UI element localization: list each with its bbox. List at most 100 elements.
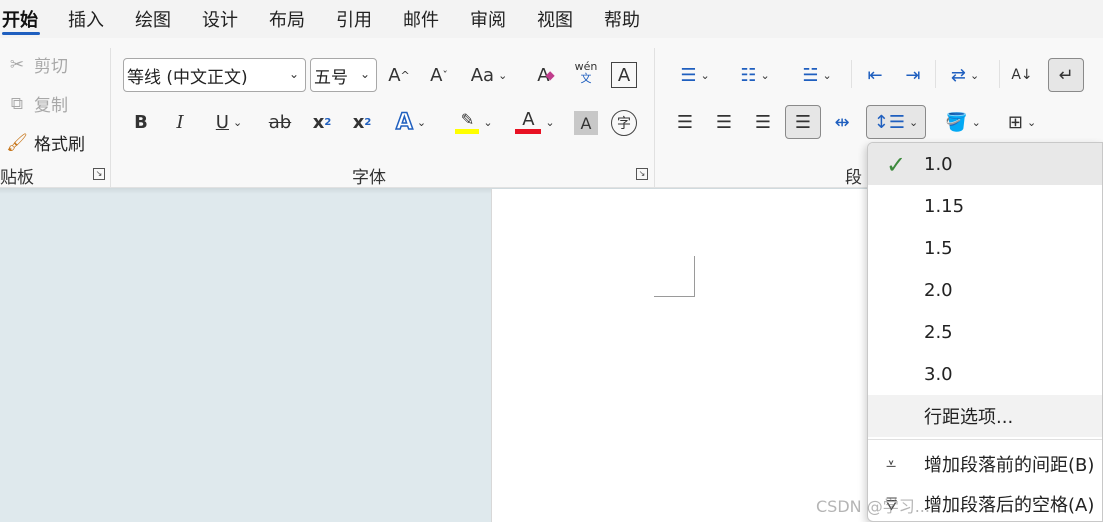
increase-indent-button[interactable]: ⇥ <box>898 59 928 91</box>
add-space-before-label: 增加段落前的间距(B) <box>924 455 1095 476</box>
font-color-button[interactable]: A ⌄ <box>510 106 560 138</box>
font-name-select[interactable]: 等线 (中文正文) ⌄ <box>123 58 306 92</box>
font-color-bar <box>515 128 542 134</box>
line-spacing-options-item[interactable]: 行距选项... <box>868 395 1102 437</box>
chevron-down-icon: ⌄ <box>700 68 710 82</box>
spacing-option-1-5[interactable]: 1.5 <box>868 227 1102 269</box>
copy-label: 复制 <box>34 96 68 116</box>
bold-button[interactable]: B <box>128 106 154 138</box>
text-effects-button[interactable]: A ⌄ <box>388 106 434 138</box>
tab-design[interactable]: 设计 <box>202 6 238 32</box>
borders-icon: ⊞ <box>1007 111 1023 133</box>
underline-button[interactable]: U ⌄ <box>206 106 252 138</box>
paragraph-mark-icon: ↵ <box>1058 64 1074 86</box>
clipboard-launcher-icon[interactable]: ↘ <box>93 168 105 180</box>
enclose-char-button[interactable]: 字 <box>611 110 637 136</box>
align-right-button[interactable]: ☰ <box>748 106 778 138</box>
shrink-font-button[interactable]: Aˇ <box>424 59 454 91</box>
spacing-option-label: 3.0 <box>924 363 953 385</box>
paragraph-group-label: 段 <box>845 168 862 188</box>
tab-review[interactable]: 审阅 <box>470 6 506 32</box>
align-left-button[interactable]: ☰ <box>670 106 700 138</box>
tab-view[interactable]: 视图 <box>537 6 573 32</box>
change-case-button[interactable]: Aa ⌄ <box>464 59 514 91</box>
char-border-button[interactable]: A <box>611 62 637 88</box>
spacing-option-2-5[interactable]: 2.5 <box>868 311 1102 353</box>
format-painter-button[interactable]: 🖌 格式刷 <box>6 130 85 156</box>
spacing-option-1-15[interactable]: 1.15 <box>868 185 1102 227</box>
line-spacing-button[interactable]: ↕☰ ⌄ <box>866 105 926 139</box>
distributed-button[interactable]: ⇹ <box>827 106 857 138</box>
checkmark-icon: ✓ <box>886 151 907 179</box>
tab-mailings[interactable]: 邮件 <box>403 6 439 32</box>
space-before-icon: ⩡ <box>886 453 897 475</box>
highlight-button[interactable]: ✎ ⌄ <box>450 106 498 138</box>
distributed-icon: ⇹ <box>834 111 850 133</box>
text-direction-icon: ⇄ <box>950 64 966 86</box>
tab-layout[interactable]: 布局 <box>269 6 305 32</box>
chevron-down-icon: ⌄ <box>232 115 243 129</box>
cut-label: 剪切 <box>34 57 68 77</box>
shrink-font-icon: A <box>430 64 443 86</box>
highlight-color-bar <box>455 129 480 134</box>
multilevel-list-button[interactable]: ☱ ⌄ <box>792 59 842 91</box>
show-marks-button[interactable]: ↵ <box>1048 58 1084 92</box>
superscript-button[interactable]: x2 <box>348 106 376 138</box>
strikethrough-button[interactable]: ab <box>266 106 294 138</box>
clear-format-button[interactable]: A ◆ <box>530 59 562 91</box>
watermark: CSDN @学习... <box>816 497 930 516</box>
add-space-before-item[interactable]: ⩡ 增加段落前的间距(B) <box>868 443 1102 485</box>
numbering-button[interactable]: ☷ ⌄ <box>730 59 780 91</box>
tab-help[interactable]: 帮助 <box>604 6 640 32</box>
shading-button[interactable]: 🪣 ⌄ <box>938 106 988 138</box>
italic-button[interactable]: I <box>167 106 193 138</box>
tab-references[interactable]: 引用 <box>336 6 372 32</box>
tab-home[interactable]: 开始 <box>2 6 38 32</box>
align-left-icon: ☰ <box>676 111 694 133</box>
chevron-down-icon: ⌄ <box>760 68 770 82</box>
font-size-select[interactable]: 五号 ⌄ <box>310 58 377 92</box>
char-shading-button[interactable]: A <box>574 111 598 135</box>
decrease-indent-button[interactable]: ⇤ <box>860 59 890 91</box>
font-name-value: 等线 (中文正文) <box>127 67 248 88</box>
menu-divider <box>868 439 1102 440</box>
spacing-option-label: 1.5 <box>924 237 953 259</box>
phonetic-guide-button[interactable]: wén 文 <box>572 57 600 89</box>
chevron-down-icon: ⌄ <box>969 68 980 82</box>
divider <box>935 60 936 88</box>
line-spacing-options-label: 行距选项... <box>924 407 1014 428</box>
spacing-option-label: 1.0 <box>924 153 953 175</box>
numbered-list-icon: ☷ <box>740 64 757 86</box>
font-group-label: 字体 <box>352 168 386 188</box>
text-effects-icon: A <box>395 109 414 136</box>
chevron-down-icon: ⌄ <box>498 68 508 82</box>
sort-button[interactable]: A↓ <box>1006 59 1038 91</box>
spacing-option-2-0[interactable]: 2.0 <box>868 269 1102 311</box>
spacing-option-1-0[interactable]: ✓ 1.0 <box>868 143 1102 185</box>
multilevel-list-icon: ☱ <box>802 64 819 86</box>
chevron-down-icon: ⌄ <box>416 115 427 129</box>
tab-draw[interactable]: 绘图 <box>135 6 171 32</box>
tab-insert[interactable]: 插入 <box>68 6 104 32</box>
grow-font-button[interactable]: A ^ <box>384 59 414 91</box>
cut-button[interactable]: ✂ 剪切 <box>6 52 68 78</box>
margin-corner-mark <box>654 256 695 297</box>
chevron-down-icon: ⌄ <box>483 115 493 129</box>
bullets-button[interactable]: ☰ ⌄ <box>670 59 720 91</box>
justify-icon: ☰ <box>794 111 812 133</box>
justify-button[interactable]: ☰ <box>785 105 821 139</box>
divider <box>851 60 852 88</box>
font-launcher-icon[interactable]: ↘ <box>636 168 648 180</box>
scissors-icon: ✂ <box>9 54 25 75</box>
line-spacing-icon: ↕☰ <box>873 111 905 133</box>
subscript-button[interactable]: x2 <box>308 106 336 138</box>
align-center-button[interactable]: ☰ <box>709 106 739 138</box>
spacing-option-3-0[interactable]: 3.0 <box>868 353 1102 395</box>
borders-button[interactable]: ⊞ ⌄ <box>996 106 1048 138</box>
spacing-option-label: 2.0 <box>924 279 953 301</box>
font-color-icon: A <box>522 108 535 130</box>
copy-button[interactable]: ⧉ 复制 <box>6 91 68 117</box>
text-direction-button[interactable]: ⇄ ⌄ <box>940 59 990 91</box>
chevron-down-icon: ⌄ <box>822 68 832 82</box>
spacing-option-label: 2.5 <box>924 321 953 343</box>
